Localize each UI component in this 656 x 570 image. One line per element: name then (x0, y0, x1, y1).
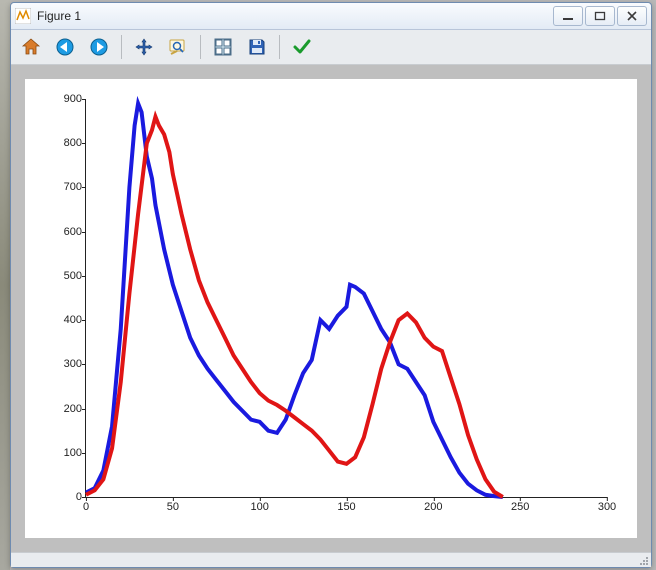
app-icon (15, 8, 31, 24)
plot-area[interactable]: 0 100 200 300 400 500 600 700 800 900 0 50 100 150 200… (11, 65, 651, 552)
series-blue (86, 103, 503, 497)
back-icon (55, 37, 75, 57)
figure-window: Figure 1 (10, 2, 652, 568)
toolbar (11, 30, 651, 65)
y-tick: 600 (64, 226, 82, 238)
resize-grip-icon[interactable] (637, 554, 649, 566)
title-bar[interactable]: Figure 1 (11, 3, 651, 30)
pan-button[interactable] (130, 33, 158, 61)
home-button[interactable] (17, 33, 45, 61)
window-title: Figure 1 (37, 9, 553, 23)
axes: 0100200300400500600700800900050100150200… (85, 99, 607, 498)
check-icon (292, 37, 312, 57)
forward-button[interactable] (85, 33, 113, 61)
pan-icon (134, 37, 154, 57)
minimize-button[interactable] (553, 6, 583, 26)
subplots-button[interactable] (209, 33, 237, 61)
home-icon (21, 37, 41, 57)
y-tick: 200 (64, 403, 82, 415)
zoom-button[interactable] (164, 33, 192, 61)
close-button[interactable] (617, 6, 647, 26)
status-bar (11, 552, 651, 567)
y-tick: 400 (64, 314, 82, 326)
back-button[interactable] (51, 33, 79, 61)
x-tick: 250 (511, 501, 529, 513)
x-tick: 200 (424, 501, 442, 513)
maximize-button[interactable] (585, 6, 615, 26)
x-tick: 50 (167, 501, 179, 513)
x-tick: 300 (598, 501, 616, 513)
zoom-icon (168, 37, 188, 57)
subplots-icon (213, 37, 233, 57)
save-button[interactable] (243, 33, 271, 61)
y-tick: 100 (64, 447, 82, 459)
forward-icon (89, 37, 109, 57)
save-icon (247, 37, 267, 57)
y-tick: 900 (64, 93, 82, 105)
y-tick: 0 (76, 491, 82, 503)
figure-canvas: 0 100 200 300 400 500 600 700 800 900 0 50 100 150 200… (25, 79, 637, 538)
y-tick: 700 (64, 181, 82, 193)
y-tick: 800 (64, 137, 82, 149)
y-tick: 300 (64, 358, 82, 370)
y-tick: 500 (64, 270, 82, 282)
x-tick: 150 (337, 501, 355, 513)
plot-svg (86, 99, 607, 497)
x-tick: 0 (83, 501, 89, 513)
x-tick: 100 (250, 501, 268, 513)
edit-button[interactable] (288, 33, 316, 61)
window-buttons (553, 6, 647, 26)
